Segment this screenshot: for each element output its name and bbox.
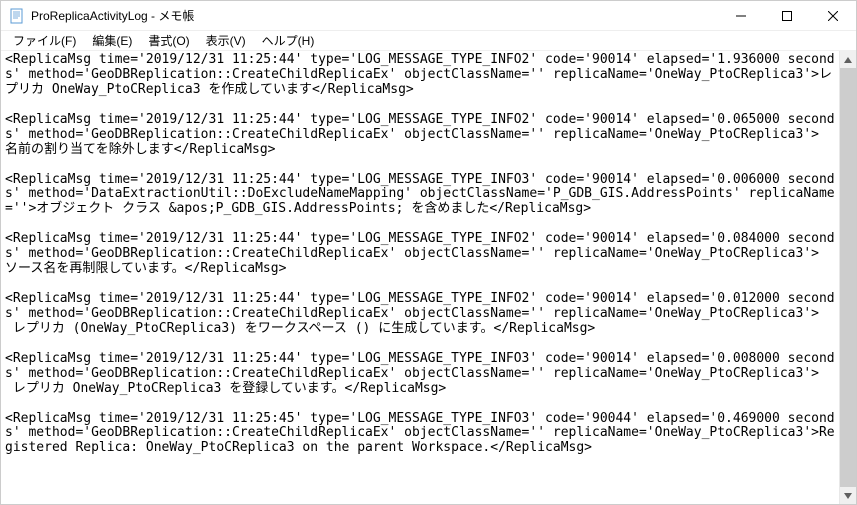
menu-view[interactable]: 表示(V) — [198, 30, 254, 51]
window-controls — [718, 1, 856, 30]
scrollbar-track[interactable] — [840, 68, 856, 487]
window-title: ProReplicaActivityLog - メモ帳 — [31, 7, 718, 24]
titlebar: ProReplicaActivityLog - メモ帳 — [1, 1, 856, 31]
notepad-icon — [9, 8, 25, 24]
scrollbar-thumb[interactable] — [840, 68, 856, 487]
vertical-scrollbar[interactable] — [839, 51, 856, 504]
menu-help[interactable]: ヘルプ(H) — [254, 30, 323, 51]
scroll-down-button[interactable] — [840, 487, 856, 504]
minimize-button[interactable] — [718, 1, 764, 31]
menu-file[interactable]: ファイル(F) — [5, 30, 84, 51]
text-editor[interactable]: <ReplicaMsg time='2019/12/31 11:25:44' t… — [1, 51, 839, 504]
scroll-up-button[interactable] — [840, 51, 856, 68]
maximize-button[interactable] — [764, 1, 810, 31]
content-area: <ReplicaMsg time='2019/12/31 11:25:44' t… — [1, 51, 856, 504]
menubar: ファイル(F) 編集(E) 書式(O) 表示(V) ヘルプ(H) — [1, 31, 856, 51]
menu-edit[interactable]: 編集(E) — [84, 30, 140, 51]
close-button[interactable] — [810, 1, 856, 31]
menu-format[interactable]: 書式(O) — [140, 30, 197, 51]
